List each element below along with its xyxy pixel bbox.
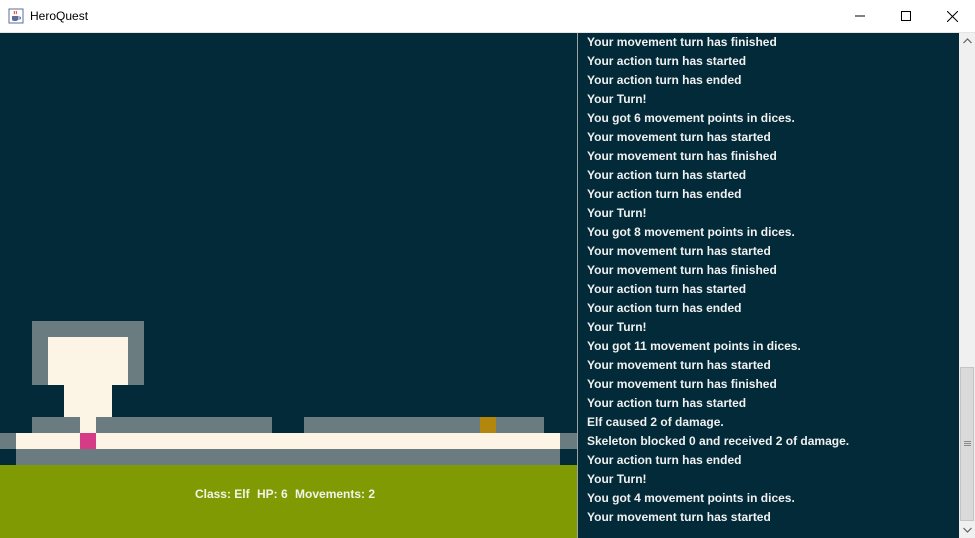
- floor-tile: [48, 337, 128, 385]
- wall-tile: [304, 417, 544, 433]
- log-line: Your movement turn has finished: [587, 377, 777, 391]
- movements-label: Movements: 2: [295, 487, 376, 501]
- log-line: Your movement turn has finished: [587, 35, 777, 49]
- floor-tile: [64, 385, 112, 417]
- log-line: Your action turn has started: [587, 54, 747, 68]
- log-line: Your Turn!: [587, 92, 647, 106]
- log-line: Your Turn!: [587, 206, 647, 220]
- log-line: Your Turn!: [587, 320, 647, 334]
- log-line: Skeleton blocked 0 and received 2 of dam…: [587, 434, 850, 448]
- log-line: Your action turn has ended: [587, 73, 742, 87]
- log-line: Your movement turn has started: [587, 244, 771, 258]
- log-line: Your action turn has ended: [587, 301, 742, 315]
- wall-tile: [0, 433, 16, 449]
- log-line: Your movement turn has started: [587, 358, 771, 372]
- java-cup-icon: [8, 8, 24, 24]
- scroll-down-button[interactable]: [959, 522, 975, 538]
- log-line: Elf caused 2 of damage.: [587, 415, 724, 429]
- close-icon: [946, 10, 958, 22]
- scroll-thumb[interactable]: [960, 367, 974, 521]
- log-line: Your action turn has ended: [587, 187, 742, 201]
- wall-tile: [32, 417, 80, 433]
- minimize-button[interactable]: [837, 0, 883, 32]
- log-scrollbar[interactable]: [959, 33, 975, 538]
- wall-tile: [96, 417, 272, 433]
- window-title: HeroQuest: [30, 9, 89, 23]
- scroll-up-button[interactable]: [959, 33, 975, 49]
- log-line: You got 11 movement points in dices.: [587, 339, 801, 353]
- log-line: Your movement turn has finished: [587, 263, 777, 277]
- log-line: Your movement turn has started: [587, 130, 771, 144]
- hero-tile: [80, 433, 96, 449]
- item-tile: [480, 417, 496, 433]
- message-log: Your movement turn has finished Your act…: [577, 33, 959, 538]
- hp-label: HP: 6: [256, 487, 288, 501]
- game-board[interactable]: [0, 33, 577, 538]
- hero-stats: Class: Elf HP: 6 Movements: 2: [0, 487, 570, 501]
- log-line: Your movement turn has finished: [587, 149, 777, 163]
- log-line: Your action turn has started: [587, 396, 747, 410]
- chevron-up-icon: [962, 38, 972, 44]
- log-line: You got 8 movement points in dices.: [587, 225, 795, 239]
- log-line: You got 6 movement points in dices.: [587, 111, 795, 125]
- close-button[interactable]: [929, 0, 975, 32]
- maximize-icon: [901, 11, 911, 21]
- status-bar: Class: Elf HP: 6 Movements: 2: [0, 465, 577, 538]
- log-line: Your action turn has started: [587, 282, 747, 296]
- wall-tile: [16, 449, 560, 465]
- floor-tile: [16, 433, 560, 449]
- wall-tile: [48, 385, 64, 417]
- log-line: Your Turn!: [587, 472, 647, 486]
- maximize-button[interactable]: [883, 0, 929, 32]
- title-bar: HeroQuest: [0, 0, 975, 33]
- log-line: Your movement turn has started: [587, 510, 771, 524]
- log-line: You got 4 movement points in dices.: [587, 491, 795, 505]
- log-line: Your action turn has started: [587, 168, 747, 182]
- minimize-icon: [855, 15, 865, 17]
- wall-tile: [560, 433, 577, 449]
- class-label: Class: Elf: [194, 487, 250, 501]
- log-line: Your action turn has ended: [587, 453, 742, 467]
- chevron-down-icon: [962, 527, 972, 533]
- floor-tile: [80, 417, 96, 433]
